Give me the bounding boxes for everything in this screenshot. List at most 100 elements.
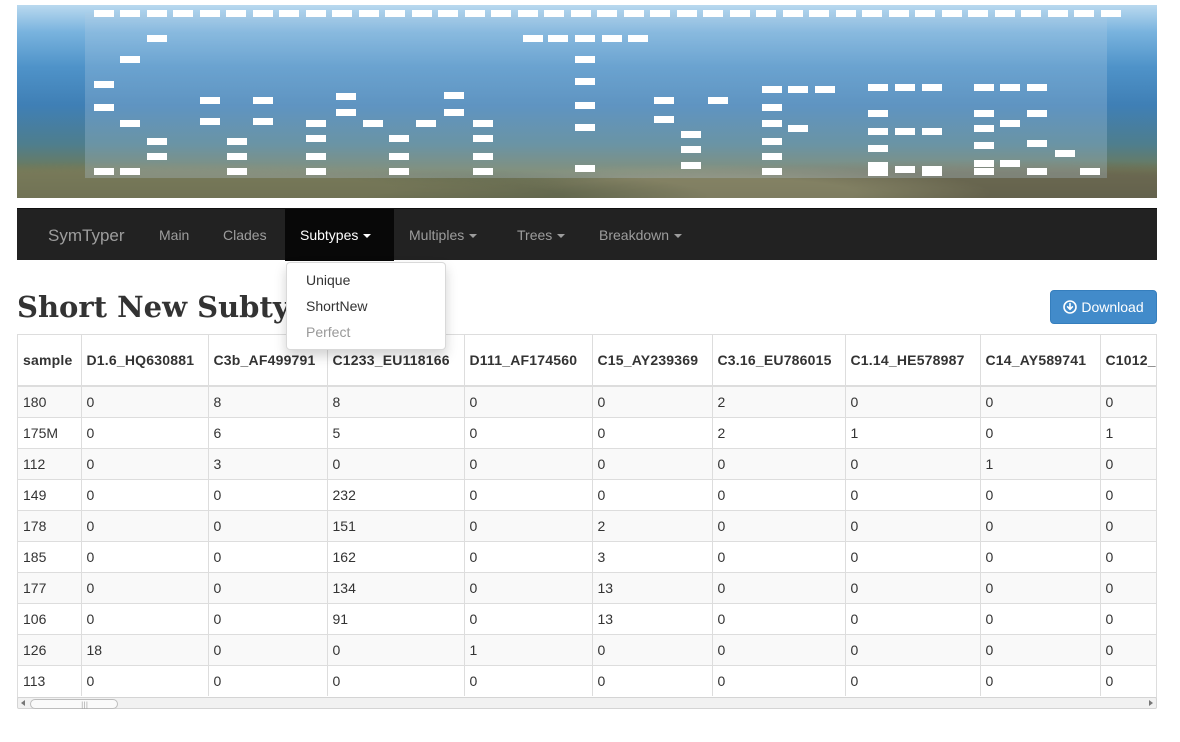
count-cell: 0 [592, 665, 713, 696]
sample-cell: 177 [18, 572, 82, 604]
column-header: D111_AF174560 [464, 335, 593, 387]
banner-mark [762, 153, 782, 160]
table-row: 180 0 8 8 0 0 2 0 0 0 [18, 385, 1156, 418]
banner-mark [575, 35, 595, 42]
count-cell: 0 [1100, 510, 1156, 542]
banner-mark [1027, 110, 1047, 117]
banner-mark [389, 135, 409, 142]
sample-cell: 180 [18, 385, 82, 418]
table-row: 177 0 0 134 0 13 0 0 0 0 [18, 572, 1156, 604]
nav-item-trees[interactable]: Trees [502, 209, 580, 261]
count-cell: 1 [845, 417, 981, 449]
banner-mark [306, 120, 326, 127]
banner-mark [465, 10, 485, 17]
count-cell: 162 [327, 541, 465, 573]
navbar-brand[interactable]: SymTyper [48, 226, 125, 246]
banner-mark [227, 168, 247, 175]
count-cell: 6 [208, 417, 328, 449]
nav-item-main[interactable]: Main [144, 209, 204, 261]
column-header: C3.16_EU786015 [712, 335, 846, 387]
banner-mark [389, 153, 409, 160]
download-label: Download [1081, 299, 1144, 315]
scrollbar-thumb[interactable]: ||| [30, 699, 118, 709]
banner-mark [762, 168, 782, 175]
download-button[interactable]: Download [1050, 290, 1157, 324]
banner-mark [385, 10, 405, 17]
count-cell: 0 [327, 448, 465, 480]
caret-down-icon [557, 234, 566, 239]
nav-item-subtypes[interactable]: Subtypes [285, 209, 394, 261]
sample-cell: 113 [18, 665, 82, 696]
column-header: C15_AY239369 [592, 335, 713, 387]
banner-mark [788, 125, 808, 132]
banner-mark [200, 118, 220, 125]
count-cell: 0 [845, 510, 981, 542]
count-cell: 0 [81, 541, 209, 573]
count-cell: 13 [592, 603, 713, 635]
banner-mark [974, 110, 994, 117]
banner-mark [94, 81, 114, 88]
count-cell: 0 [712, 572, 846, 604]
banner-mark [575, 102, 595, 109]
count-cell: 0 [845, 479, 981, 511]
table-row: 149 0 0 232 0 0 0 0 0 0 [18, 479, 1156, 511]
count-cell: 0 [592, 634, 713, 666]
nav-item-breakdown[interactable]: Breakdown [584, 209, 697, 261]
banner-mark [253, 118, 273, 125]
count-cell: 0 [464, 479, 593, 511]
table-row: 113 0 0 0 0 0 0 0 0 0 [18, 665, 1156, 696]
sample-cell: 185 [18, 541, 82, 573]
banner-mark [915, 10, 935, 17]
banner-mark [473, 153, 493, 160]
subtypes-table-container[interactable]: sample D1.6_HQ630881 C3b_AF499791 C1233_EU1… [17, 334, 1157, 698]
banner-mark [922, 128, 942, 135]
banner-mark [363, 120, 383, 127]
banner-mark [677, 10, 697, 17]
count-cell: 1 [464, 634, 593, 666]
nav-item-label: Main [159, 227, 190, 243]
dropdown-item-perfect[interactable]: Perfect [306, 324, 350, 340]
scroll-left-arrow-icon[interactable] [21, 700, 25, 706]
count-cell: 13 [592, 572, 713, 604]
nav-item-label: Multiples [409, 227, 465, 243]
banner-mark [1101, 10, 1121, 17]
banner-mark [94, 168, 114, 175]
banner-mark [120, 10, 140, 17]
count-cell: 0 [845, 385, 981, 418]
banner-mark [518, 10, 538, 17]
banner-mark [94, 104, 114, 111]
count-cell: 0 [1100, 665, 1156, 696]
count-cell: 0 [81, 603, 209, 635]
nav-item-clades[interactable]: Clades [208, 209, 282, 261]
horizontal-scrollbar[interactable]: ||| [17, 697, 1157, 709]
count-cell: 0 [845, 448, 981, 480]
table-row: 112 0 3 0 0 0 0 0 1 0 [18, 448, 1156, 480]
count-cell: 0 [327, 665, 465, 696]
count-cell: 0 [464, 385, 593, 418]
nav-item-multiples[interactable]: Multiples [394, 209, 492, 261]
table-row: 175M 0 6 5 0 0 2 1 0 1 [18, 417, 1156, 449]
table-row: 178 0 0 151 0 2 0 0 0 0 [18, 510, 1156, 542]
banner-mark [974, 125, 994, 132]
sample-cell: 178 [18, 510, 82, 542]
banner-mark [359, 10, 379, 17]
banner-mark [889, 10, 909, 17]
banner-mark [895, 84, 915, 91]
dropdown-item-shortnew[interactable]: ShortNew [306, 298, 367, 314]
scroll-right-arrow-icon[interactable] [1149, 700, 1153, 706]
count-cell: 2 [712, 385, 846, 418]
banner-mark [868, 128, 888, 135]
banner-mark [809, 10, 829, 17]
banner-mark [922, 84, 942, 91]
banner-mark [762, 104, 782, 111]
count-cell: 0 [1100, 572, 1156, 604]
banner-mark [1074, 10, 1094, 17]
banner-mark [416, 120, 436, 127]
count-cell: 0 [208, 603, 328, 635]
banner-mark [253, 97, 273, 104]
column-header: D1.6_HQ630881 [81, 335, 209, 387]
table-row: 126 18 0 0 1 0 0 0 0 0 [18, 634, 1156, 666]
banner-mark [306, 153, 326, 160]
dropdown-item-unique[interactable]: Unique [306, 272, 350, 288]
subtypes-table: sample D1.6_HQ630881 C3b_AF499791 C1233_EU1… [18, 335, 1156, 696]
